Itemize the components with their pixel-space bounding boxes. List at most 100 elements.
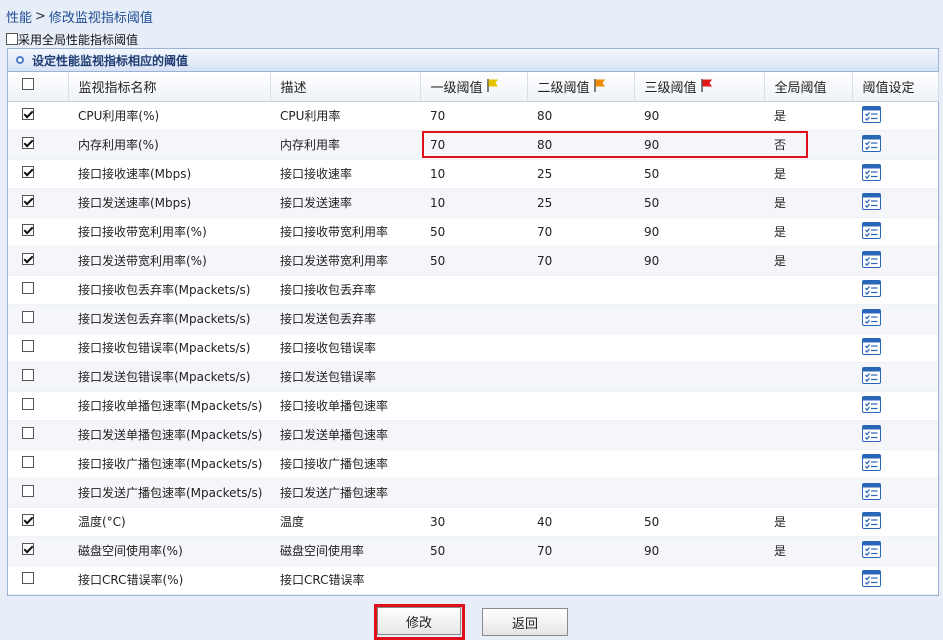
edit-threshold-icon[interactable] <box>862 424 881 445</box>
col-header-level3[interactable]: 三级阈值 <box>634 72 765 102</box>
edit-threshold-icon[interactable] <box>862 192 881 213</box>
row-checkbox[interactable] <box>22 137 34 149</box>
use-global-threshold-option[interactable]: 采用全局性能指标阈值 <box>6 31 138 47</box>
row-checkbox[interactable] <box>22 485 34 497</box>
col-header-level2[interactable]: 二级阈值 <box>527 72 635 102</box>
row-select-cell <box>8 391 68 421</box>
table-row: 接口接收单播包速率(Mpackets/s) 接口接收单播包速率 <box>8 391 938 421</box>
metric-name: 接口接收广播包速率(Mpackets/s) <box>68 449 270 479</box>
bullet-icon <box>16 56 24 64</box>
threshold-level2 <box>527 275 634 305</box>
row-select-cell <box>8 159 68 189</box>
row-select-cell <box>8 333 68 363</box>
threshold-setting-cell <box>852 507 938 537</box>
row-checkbox[interactable] <box>22 572 34 584</box>
select-all-checkbox[interactable] <box>22 78 34 91</box>
col-header-level1[interactable]: 一级阈值 <box>420 72 528 102</box>
edit-threshold-icon[interactable] <box>862 250 881 271</box>
edit-threshold-icon[interactable] <box>862 337 881 358</box>
global-threshold: 是 <box>764 507 852 537</box>
col-header-desc[interactable]: 描述 <box>270 72 421 102</box>
threshold-level3 <box>634 420 764 450</box>
metric-name: 接口接收单播包速率(Mpackets/s) <box>68 391 270 421</box>
col-header-global[interactable]: 全局阈值 <box>764 72 853 102</box>
global-threshold <box>764 362 852 392</box>
edit-threshold-icon[interactable] <box>862 105 881 126</box>
yellow-flag-icon <box>486 78 498 92</box>
row-checkbox[interactable] <box>22 369 34 381</box>
table-row: 接口接收包错误率(Mpackets/s) 接口接收包错误率 <box>8 333 938 363</box>
table-row: CPU利用率(%) CPU利用率 70 80 90 是 <box>8 101 938 131</box>
threshold-level1: 70 <box>420 101 527 131</box>
threshold-level2: 25 <box>527 188 634 218</box>
edit-threshold-icon[interactable] <box>862 540 881 561</box>
metric-desc: 接口接收单播包速率 <box>270 391 420 421</box>
edit-threshold-icon[interactable] <box>862 134 881 155</box>
edit-threshold-icon[interactable] <box>862 511 881 532</box>
row-checkbox[interactable] <box>22 253 34 265</box>
edit-threshold-icon[interactable] <box>862 482 881 503</box>
row-checkbox[interactable] <box>22 195 34 207</box>
threshold-level1: 30 <box>420 507 527 537</box>
edit-threshold-icon[interactable] <box>862 308 881 329</box>
global-threshold <box>764 449 852 479</box>
row-checkbox[interactable] <box>22 514 34 526</box>
edit-threshold-icon[interactable] <box>862 395 881 416</box>
threshold-setting-cell <box>852 478 938 508</box>
row-select-cell <box>8 536 68 566</box>
threshold-setting-cell <box>852 449 938 479</box>
threshold-level3 <box>634 449 764 479</box>
metric-desc: 接口发送速率 <box>270 188 420 218</box>
row-checkbox[interactable] <box>22 282 34 294</box>
back-button[interactable]: 返回 <box>482 608 568 636</box>
modify-button[interactable]: 修改 <box>377 607 461 635</box>
threshold-level2 <box>527 420 634 450</box>
global-threshold: 是 <box>764 536 852 566</box>
col-header-level3-label: 三级阈值 <box>644 80 697 96</box>
row-checkbox[interactable] <box>22 543 34 555</box>
metric-desc: 接口发送广播包速率 <box>270 478 420 508</box>
row-checkbox[interactable] <box>22 456 34 468</box>
edit-threshold-icon[interactable] <box>862 569 881 590</box>
table-row: 接口发送广播包速率(Mpackets/s) 接口发送广播包速率 <box>8 478 938 508</box>
metric-name: 磁盘空间使用率(%) <box>68 536 270 566</box>
use-global-threshold-checkbox[interactable] <box>6 33 18 45</box>
edit-threshold-icon[interactable] <box>862 366 881 387</box>
global-threshold <box>764 478 852 508</box>
threshold-level3: 90 <box>634 101 764 131</box>
metric-name: 接口发送单播包速率(Mpackets/s) <box>68 420 270 450</box>
global-threshold <box>764 420 852 450</box>
row-checkbox[interactable] <box>22 108 34 120</box>
col-header-name[interactable]: 监视指标名称 <box>68 72 271 102</box>
metric-name: 温度(°C) <box>68 507 270 537</box>
metric-name: 内存利用率(%) <box>68 130 270 160</box>
threshold-level1: 10 <box>420 159 527 189</box>
table-row: 温度(°C) 温度 30 40 50 是 <box>8 507 938 537</box>
global-threshold <box>764 304 852 334</box>
metric-name: 接口接收包错误率(Mpackets/s) <box>68 333 270 363</box>
threshold-level1 <box>420 304 527 334</box>
row-select-cell <box>8 478 68 508</box>
threshold-level1: 70 <box>420 130 527 160</box>
row-select-cell <box>8 275 68 305</box>
metric-desc: 内存利用率 <box>270 130 420 160</box>
threshold-level3 <box>634 333 764 363</box>
row-checkbox[interactable] <box>22 340 34 352</box>
edit-threshold-icon[interactable] <box>862 163 881 184</box>
threshold-level1 <box>420 449 527 479</box>
row-checkbox[interactable] <box>22 166 34 178</box>
breadcrumb-separator: > <box>35 8 46 24</box>
threshold-level2: 80 <box>527 101 634 131</box>
metric-desc: 接口接收包丢弃率 <box>270 275 420 305</box>
threshold-level2: 70 <box>527 536 634 566</box>
row-checkbox[interactable] <box>22 398 34 410</box>
breadcrumb-root[interactable]: 性能 <box>6 7 32 26</box>
row-checkbox[interactable] <box>22 224 34 236</box>
edit-threshold-icon[interactable] <box>862 279 881 300</box>
row-checkbox[interactable] <box>22 427 34 439</box>
edit-threshold-icon[interactable] <box>862 453 881 474</box>
global-threshold: 否 <box>764 130 852 160</box>
row-checkbox[interactable] <box>22 311 34 323</box>
edit-threshold-icon[interactable] <box>862 221 881 242</box>
threshold-level1 <box>420 420 527 450</box>
